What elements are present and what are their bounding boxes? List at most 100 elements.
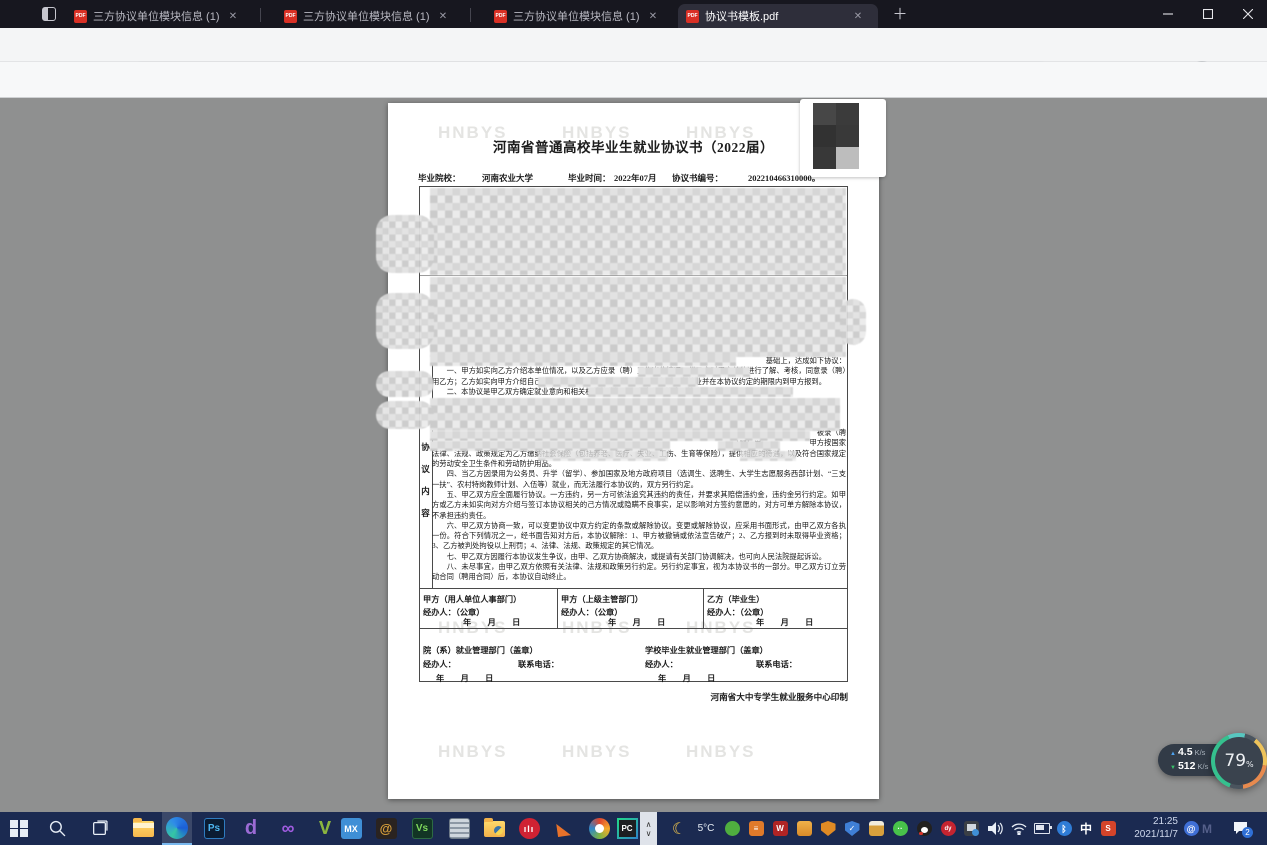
censored-block xyxy=(430,398,840,431)
tab-1[interactable]: PDF 三方协议单位模块信息 (1)(13)(1 ✕ xyxy=(66,4,248,28)
tray-folder-icon[interactable] xyxy=(794,819,814,838)
clock-time: 21:25 xyxy=(1112,815,1178,828)
pdf-favicon: PDF xyxy=(284,10,297,23)
taskbar-overflow-arrows[interactable]: ∧∨ xyxy=(640,812,657,845)
dev-app-icon[interactable]: d xyxy=(236,812,266,845)
swirl-app-icon[interactable] xyxy=(584,812,614,845)
dept2-title: 学校毕业生就业管理部门（盖章） xyxy=(645,644,768,656)
red-circle-app-icon[interactable]: ılı xyxy=(514,812,544,845)
tab-4-active[interactable]: PDF 协议书模板.pdf ✕ xyxy=(678,4,878,28)
screen-capture-tray-icon[interactable] xyxy=(960,819,982,838)
database-app-icon[interactable] xyxy=(444,812,474,845)
school-value: 河南农业大学 xyxy=(482,172,533,184)
taskbar-search-icon[interactable] xyxy=(42,812,72,845)
battery-tray-icon[interactable] xyxy=(1030,819,1054,838)
sign-date: 年 月 日 xyxy=(608,616,665,628)
tab-close-icon[interactable]: ✕ xyxy=(646,11,660,22)
tab-close-icon[interactable]: ✕ xyxy=(851,11,865,22)
file-explorer-icon[interactable] xyxy=(128,812,158,845)
tab-separator xyxy=(260,8,261,22)
section-label-char: 协 xyxy=(421,441,430,453)
new-tab-button[interactable]: ＋ xyxy=(890,5,910,25)
dept-agent: 经办人： xyxy=(423,658,456,670)
censored-block xyxy=(376,293,434,349)
qr-code-censored xyxy=(800,99,886,177)
minimize-button[interactable] xyxy=(1148,0,1188,28)
tab-3[interactable]: PDF 三方协议单位模块信息 (1)(13)(1 ✕ xyxy=(486,4,668,28)
agreement-no-value: 202210466310000。 xyxy=(748,172,820,184)
dept1-title: 院（系）就业管理部门（盖章） xyxy=(423,644,538,656)
pdf-viewer[interactable]: HNBYS HNBYS HNBYS HNBYS HNBYS HNBYS HNBY… xyxy=(0,98,1267,812)
photoshop-icon[interactable]: Ps xyxy=(199,812,229,845)
agreement-no-label: 协议书编号： xyxy=(672,172,723,184)
browser-nav-bar: ← → 文件 C:/Users/86139/Desktop/协议书模板.pdf xyxy=(0,28,1267,62)
notification-badge: 2 xyxy=(1242,827,1253,838)
ime-indicator[interactable]: 中 xyxy=(1076,819,1096,838)
section-label-char: 内 xyxy=(421,485,430,497)
visual-studio-icon[interactable]: ∞ xyxy=(273,812,303,845)
weather-moon-icon[interactable]: ☾ xyxy=(668,819,690,838)
tab-2[interactable]: PDF 三方协议单位模块信息 (1)(13)(1 ✕ xyxy=(276,4,458,28)
mx-app-icon[interactable]: MX xyxy=(336,812,366,845)
start-button[interactable] xyxy=(4,812,34,845)
tray-green-icon[interactable] xyxy=(722,819,742,838)
close-button[interactable] xyxy=(1228,0,1267,28)
censored-block xyxy=(430,188,846,275)
spiral-app-icon[interactable]: @ xyxy=(371,812,401,845)
edge-taskbar-icon[interactable] xyxy=(162,812,192,845)
matlab-icon[interactable]: ◣ xyxy=(549,812,579,845)
task-view-icon[interactable] xyxy=(84,812,114,845)
weather-temp[interactable]: 5°C xyxy=(692,819,720,838)
python-folder-icon[interactable] xyxy=(479,812,509,845)
tray-orange-doc-icon[interactable]: ≡ xyxy=(746,819,766,838)
bluetooth-tray-icon[interactable]: ᛒ xyxy=(1054,819,1074,838)
pdf-toolbar: 1 /1 − ＋ ↻ ↔ 页面视图 A 朗读此页内容 绘制 ˅ 突出显示 ˅ 擦… xyxy=(0,62,1267,98)
tray-beer-icon[interactable] xyxy=(866,819,886,838)
censored-block xyxy=(376,371,434,397)
m-tray-icon: M xyxy=(1198,819,1216,838)
clock-date: 2021/11/7 xyxy=(1112,828,1178,841)
clause-6: 六、甲乙双方协商一致，可以变更协议中双方约定的条款或解除协议。变更或解除协议，应… xyxy=(432,521,846,552)
sign-col2-title: 甲方（上级主管部门） xyxy=(561,593,643,605)
wechat-tray-icon[interactable]: ·· xyxy=(890,819,910,838)
wifi-tray-icon[interactable] xyxy=(1008,819,1030,838)
taskbar: Ps d ∞ V MX @ Vs ılı xyxy=(0,812,1267,845)
censored-block xyxy=(430,441,670,451)
tray-orange-shield-icon[interactable] xyxy=(818,819,838,838)
upload-arrow-icon: ▲ xyxy=(1170,749,1176,760)
screen: PDF 三方协议单位模块信息 (1)(13)(1 ✕ PDF 三方协议单位模块信… xyxy=(0,0,1267,845)
tab-actions-icon[interactable] xyxy=(42,7,56,21)
usage-ring-widget[interactable]: 79% xyxy=(1211,733,1267,789)
notification-center-icon[interactable]: 2 xyxy=(1228,819,1254,838)
download-speed: 512 xyxy=(1178,761,1196,772)
volume-tray-icon[interactable] xyxy=(984,819,1006,838)
tab-title: 三方协议单位模块信息 (1)(13)(1 xyxy=(303,8,430,24)
pdf-favicon: PDF xyxy=(686,10,699,23)
censored-block xyxy=(538,451,668,461)
taskbar-clock[interactable]: 21:25 2021/11/7 xyxy=(1112,815,1178,841)
tab-title: 三方协议单位模块信息 (1)(13)(1 xyxy=(513,8,640,24)
censored-block xyxy=(588,387,793,397)
dept-phone: 联系电话： xyxy=(756,658,797,670)
qq-tray-icon[interactable] xyxy=(914,819,934,838)
wps-tray-icon[interactable]: W xyxy=(770,819,790,838)
usage-percent: 79 xyxy=(1224,751,1246,771)
grad-label: 毕业时间： xyxy=(568,172,611,184)
dept-date: 年 月 日 xyxy=(658,672,715,684)
grad-value: 2022年07月 xyxy=(614,172,657,184)
vs-green-app-icon[interactable]: Vs xyxy=(407,812,437,845)
pycharm-icon[interactable]: PC xyxy=(612,812,642,845)
sign-date: 年 月 日 xyxy=(756,616,813,628)
dept-agent: 经办人： xyxy=(645,658,678,670)
sign-col1-title: 甲方（用人单位人事部门） xyxy=(423,593,521,605)
table-line xyxy=(419,275,848,276)
clause-5: 五、甲乙双方应全面履行协议。一方违约，另一方可依法追究其违约的责任，并要求其赔偿… xyxy=(432,490,846,521)
clause-4: 四、当乙方因录用为公务员、升学（留学）、参加国家及地方政府项目（选调生、选聘生、… xyxy=(432,469,846,490)
tab-close-icon[interactable]: ✕ xyxy=(436,11,450,22)
dy-tray-icon[interactable]: dy xyxy=(938,819,958,838)
maximize-button[interactable] xyxy=(1188,0,1228,28)
tray-blue-shield-icon[interactable]: ✓ xyxy=(842,819,862,838)
school-label: 毕业院校： xyxy=(418,172,461,184)
censored-block xyxy=(430,355,736,366)
tab-close-icon[interactable]: ✕ xyxy=(226,11,240,22)
